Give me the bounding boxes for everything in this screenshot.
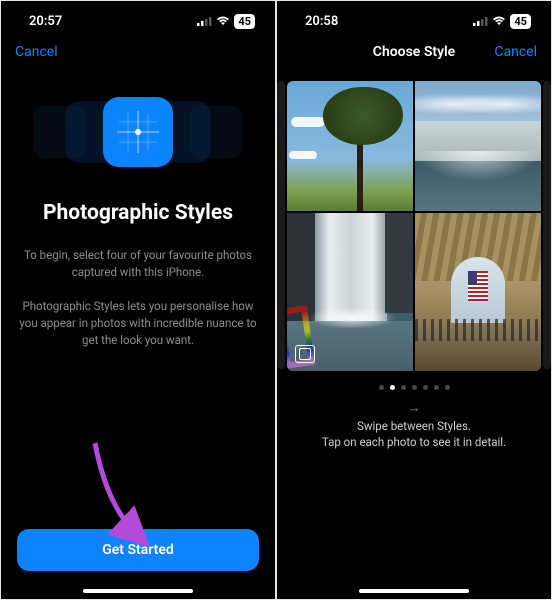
get-started-button[interactable]: Get Started xyxy=(17,529,259,571)
screen-choose-style: 20:58 45 Choose Style Cancel xyxy=(276,0,552,600)
style-preview-grid[interactable] xyxy=(287,81,541,371)
wifi-icon xyxy=(216,16,230,26)
battery-level: 45 xyxy=(234,14,255,29)
home-indicator[interactable] xyxy=(83,589,193,593)
photo-thumbnail[interactable] xyxy=(415,213,541,371)
nav-bar: Choose Style Cancel xyxy=(277,33,551,71)
pager-dot[interactable] xyxy=(379,385,384,390)
status-icons: 45 xyxy=(197,14,255,29)
intro-text: To begin, select four of your favourite … xyxy=(1,247,275,280)
battery-level: 45 xyxy=(510,14,531,29)
photo-thumbnail[interactable] xyxy=(415,81,541,211)
pager-dot[interactable] xyxy=(445,385,450,390)
screen-photographic-styles-intro: 20:57 45 Cancel xyxy=(0,0,276,600)
pager-dot[interactable] xyxy=(401,385,406,390)
wifi-icon xyxy=(492,16,506,26)
pager-dot[interactable] xyxy=(412,385,417,390)
next-style-peek[interactable] xyxy=(543,81,551,369)
cellular-signal-icon xyxy=(197,16,212,26)
page-title: Photographic Styles xyxy=(1,201,275,225)
photo-thumbnail[interactable] xyxy=(287,81,413,211)
nav-title: Choose Style xyxy=(373,44,455,60)
cancel-button[interactable]: Cancel xyxy=(15,44,58,60)
photo-thumbnail[interactable] xyxy=(287,213,413,371)
cellular-signal-icon xyxy=(473,16,488,26)
prev-style-peek[interactable] xyxy=(277,81,285,369)
page-indicator[interactable] xyxy=(277,385,551,390)
cancel-button[interactable]: Cancel xyxy=(494,44,537,60)
status-time: 20:57 xyxy=(29,14,62,29)
hero-graphic xyxy=(1,77,275,187)
status-time: 20:58 xyxy=(305,14,338,29)
style-badge-icon xyxy=(295,345,315,363)
status-bar: 20:58 45 xyxy=(277,1,551,33)
pager-dot[interactable] xyxy=(423,385,428,390)
pager-dot[interactable] xyxy=(390,385,395,390)
status-icons: 45 xyxy=(473,14,531,29)
hint-text: Swipe between Styles. Tap on each photo … xyxy=(277,418,551,450)
description-text: Photographic Styles lets you personalise… xyxy=(1,298,275,348)
styles-app-icon xyxy=(103,97,173,167)
nav-bar: Cancel xyxy=(1,33,275,71)
home-indicator[interactable] xyxy=(359,589,469,593)
status-bar: 20:57 45 xyxy=(1,1,275,33)
swipe-arrow-icon: → xyxy=(277,400,551,416)
pager-dot[interactable] xyxy=(434,385,439,390)
